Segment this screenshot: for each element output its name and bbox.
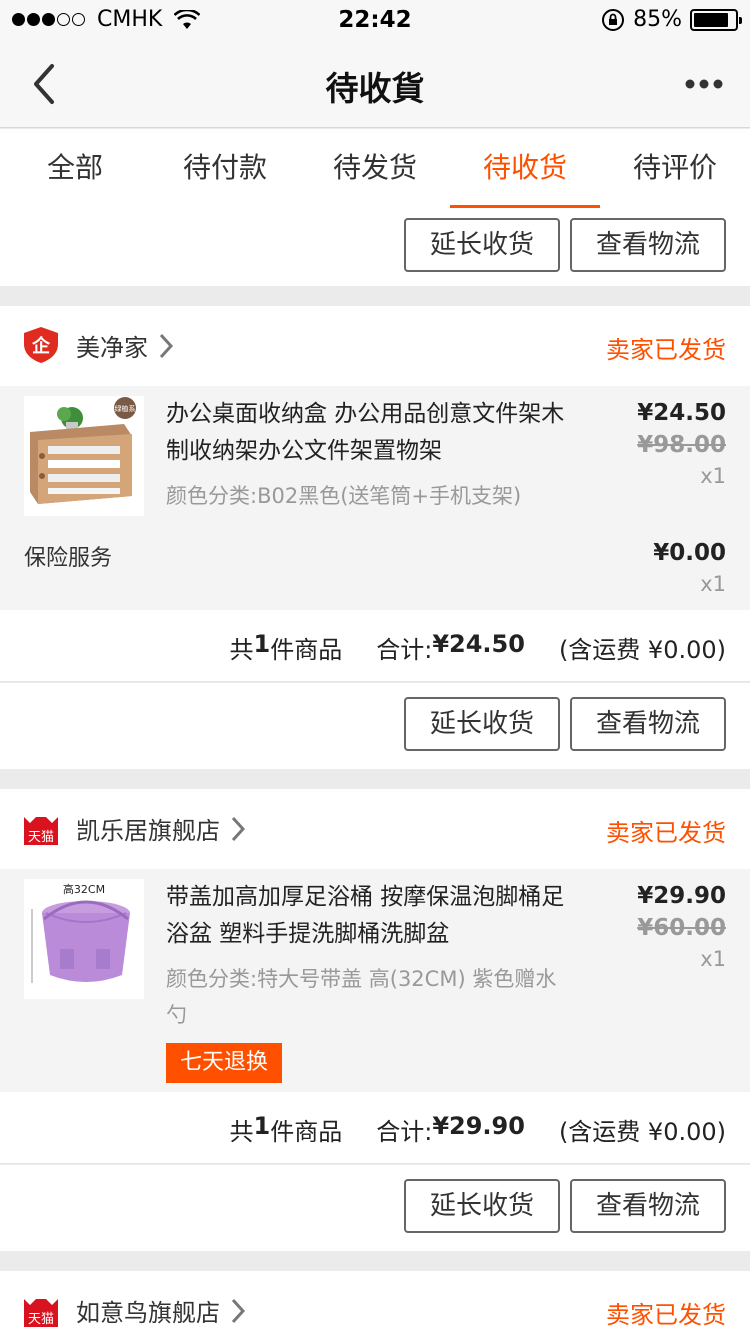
summary-count-prefix: 共 <box>229 1118 254 1146</box>
summary-total: ¥29.90 <box>432 1112 525 1140</box>
product-original-price: ¥60.00 <box>637 915 726 941</box>
page-title: 待收貨 <box>325 69 425 108</box>
more-icon[interactable] <box>684 74 724 94</box>
seven-day-return-tag: 七天退换 <box>166 1043 282 1083</box>
foot-bath-image: 高32CM <box>24 879 144 999</box>
order-status: 卖家已发货 <box>606 819 726 847</box>
insurance-service-label: 保险服务 <box>24 546 113 571</box>
insurance-quantity: x1 <box>700 572 726 596</box>
status-right: 85% <box>601 7 742 32</box>
product-quantity: x1 <box>700 464 726 488</box>
tab-pending-review[interactable]: 待评价 <box>600 129 750 208</box>
order-status: 卖家已发货 <box>606 336 726 364</box>
order-tabs: 全部 待付款 待发货 待收货 待评价 <box>0 129 750 209</box>
shop-name[interactable]: 凯乐居旗舰店 <box>76 811 246 846</box>
insurance-price: ¥0.00 <box>653 540 726 566</box>
view-logistics-button[interactable]: 查看物流 <box>570 1179 726 1233</box>
product-thumbnail[interactable]: 绿植系 <box>24 396 144 516</box>
summary-count-prefix: 共 <box>229 636 254 664</box>
shop-name-text: 美净家 <box>76 334 148 362</box>
shop-header[interactable]: 天猫 凯乐居旗舰店 卖家已发货 <box>0 789 750 869</box>
product-sku: 颜色分类:B02黑色(送笔筒+手机支架) <box>166 484 522 508</box>
order-summary: 共 1 件商品 合计: ¥24.50 (含运费 ¥0.00) <box>0 610 750 682</box>
tab-all[interactable]: 全部 <box>0 129 150 208</box>
tmall-shop-icon: 天猫 <box>24 817 58 845</box>
extend-receipt-button[interactable]: 延长收货 <box>404 697 560 751</box>
product-title[interactable]: 办公桌面收纳盒 办公用品创意文件架木制收纳架办公文件架置物架 <box>166 396 576 470</box>
rotation-lock-icon <box>602 8 625 31</box>
summary-shipping: (含运费 ¥0.00) <box>558 636 726 664</box>
order-actions: 延长收货 查看物流 <box>0 683 750 769</box>
thumb-height-text: 高32CM <box>63 882 105 896</box>
chevron-right-icon <box>231 1298 246 1323</box>
summary-total-label: 合计: <box>376 636 433 664</box>
shop-name[interactable]: 如意鸟旗舰店 <box>76 1293 246 1328</box>
view-logistics-button[interactable]: 查看物流 <box>570 218 726 272</box>
tab-pending-shipment[interactable]: 待发货 <box>300 129 450 208</box>
svg-text:天猫: 天猫 <box>28 1312 54 1327</box>
shop-name-text: 凯乐居旗舰店 <box>76 817 220 845</box>
summary-count: 1 <box>253 630 271 658</box>
summary-total: ¥24.50 <box>432 630 525 658</box>
order-status: 卖家已发货 <box>606 1301 726 1329</box>
order-item[interactable]: 绿植系 办公桌面收纳盒 办公用品创意文件架木制收纳架办公文件架置物架 颜色分类:… <box>0 386 750 610</box>
file-rack-image: 绿植系 <box>24 396 144 516</box>
extend-receipt-button[interactable]: 延长收货 <box>404 1179 560 1233</box>
order-actions: 延长收货 查看物流 <box>0 208 750 286</box>
shop-name-text: 如意鸟旗舰店 <box>76 1299 220 1327</box>
svg-text:企: 企 <box>31 335 51 357</box>
tmall-shop-icon: 天猫 <box>24 1299 58 1327</box>
tab-pending-receipt[interactable]: 待收货 <box>450 129 600 208</box>
summary-count: 1 <box>253 1112 271 1140</box>
shop-name[interactable]: 美净家 <box>76 328 174 363</box>
chevron-right-icon <box>159 333 174 358</box>
extend-receipt-button[interactable]: 延长收货 <box>404 218 560 272</box>
product-price: ¥29.90 <box>637 883 726 909</box>
order-item[interactable]: 高32CM 带盖加高加厚足浴桶 按摩保温泡脚桶足浴盆 塑料手提洗脚桶洗脚盆 颜色… <box>0 869 750 1092</box>
battery-percent: 85% <box>633 7 682 32</box>
product-quantity: x1 <box>700 947 726 971</box>
summary-total-label: 合计: <box>376 1118 433 1146</box>
shop-header[interactable]: 企 美净家 卖家已发货 <box>0 306 750 386</box>
tab-pending-payment[interactable]: 待付款 <box>150 129 300 208</box>
thumb-badge-text: 绿植系 <box>115 404 136 413</box>
enterprise-shop-icon: 企 <box>24 327 58 363</box>
nav-bar: 待收貨 <box>0 40 750 128</box>
chevron-right-icon <box>231 816 246 841</box>
product-title[interactable]: 带盖加高加厚足浴桶 按摩保温泡脚桶足浴盆 塑料手提洗脚桶洗脚盆 <box>166 879 576 953</box>
view-logistics-button[interactable]: 查看物流 <box>570 697 726 751</box>
summary-count-suffix: 件商品 <box>270 636 343 664</box>
battery-icon <box>690 8 742 31</box>
order-summary: 共 1 件商品 合计: ¥29.90 (含运费 ¥0.00) <box>0 1092 750 1164</box>
summary-count-suffix: 件商品 <box>270 1118 343 1146</box>
order-actions: 延长收货 查看物流 <box>0 1165 750 1251</box>
product-sku: 颜色分类:特大号带盖 高(32CM) 紫色赠水勺 <box>166 967 557 1027</box>
product-original-price: ¥98.00 <box>637 432 726 458</box>
svg-text:天猫: 天猫 <box>28 830 54 845</box>
product-thumbnail[interactable]: 高32CM <box>24 879 144 999</box>
summary-shipping: (含运费 ¥0.00) <box>558 1118 726 1146</box>
product-price: ¥24.50 <box>637 400 726 426</box>
status-bar: CMHK 22:42 85% <box>0 0 750 40</box>
shop-header[interactable]: 天猫 如意鸟旗舰店 卖家已发货 <box>0 1271 750 1334</box>
